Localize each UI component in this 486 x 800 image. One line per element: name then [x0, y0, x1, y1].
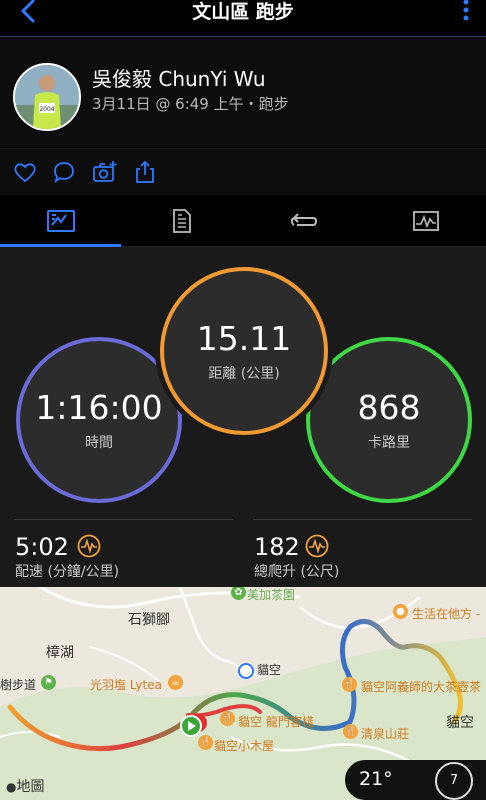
poi-cabin[interactable]: 貓空小木屋 — [214, 737, 274, 754]
stats-panel: 1:16:00 時間 868 卡路里 15.11 距離 (公里) 5:02 配速… — [0, 247, 486, 587]
activity-datetime: 3月11日 @ 6:49 上午・跑步 — [92, 95, 289, 113]
kebab-menu-icon[interactable] — [456, 0, 476, 28]
avatar[interactable]: 2004 — [13, 63, 81, 131]
restaurant-pin-icon[interactable]: 🍴 — [343, 724, 358, 739]
apple-maps-logo: ●地圖 — [6, 776, 44, 796]
activity-header: 2004 吳俊毅 ChunYi Wu 3月11日 @ 6:49 上午・跑步 — [0, 37, 486, 147]
temperature: 21° — [359, 768, 393, 790]
time-label: 時間 — [85, 435, 113, 451]
map-label-trail: 樹步道 — [0, 678, 37, 692]
map-label-zhanghu: 樟湖 — [46, 645, 74, 661]
runner-photo: 2004 — [15, 65, 79, 129]
calories-label: 卡路里 — [368, 435, 410, 451]
laps-icon — [290, 213, 317, 226]
user-name[interactable]: 吳俊毅 ChunYi Wu — [92, 63, 266, 92]
divider — [14, 519, 233, 520]
social-actions-bar — [0, 148, 486, 195]
tab-stats[interactable] — [0, 196, 121, 247]
activity-tabs — [0, 196, 486, 247]
maps-logo-text: 地圖 — [16, 779, 45, 795]
cafe-pin-icon[interactable]: ☕ — [168, 675, 183, 690]
pace-label: 配速 (分鐘/公里) — [15, 564, 120, 580]
restaurant-pin-icon[interactable]: 🍴 — [342, 677, 357, 692]
map-label-maokong: 貓空 — [257, 663, 282, 677]
wind-gauge-icon: 7 — [435, 762, 473, 800]
location-pin-icon[interactable] — [238, 663, 254, 679]
camera-add-icon[interactable] — [92, 159, 118, 185]
hiking-pin-icon[interactable]: ⚑ — [41, 675, 56, 690]
ascent-value: 182 — [254, 533, 300, 561]
page-title: 文山區 跑步 — [192, 1, 294, 23]
poi-ayi[interactable]: 貓空阿義師的大茶壺茶 — [361, 678, 481, 695]
map-label-maokong-east: 貓空 — [446, 715, 474, 731]
start-marker-icon[interactable] — [180, 712, 208, 744]
route-map[interactable]: 石獅腳 樟湖 樹步道 ⚑ ✿ 美加茶園 光羽塩 Lytea ☕ 貓空 🍴 貓空 … — [0, 587, 486, 800]
top-nav-bar: 文山區 跑步 — [0, 0, 486, 37]
poi-lytea[interactable]: 光羽塩 Lytea — [90, 676, 162, 693]
chart-icon — [412, 211, 439, 231]
poi-qingquan[interactable]: 清泉山莊 — [361, 725, 409, 742]
ascent-graph-icon[interactable] — [305, 534, 329, 558]
pace-graph-icon[interactable] — [77, 534, 101, 558]
weather-badge: 21° 7 — [345, 760, 486, 800]
poi-longmen[interactable]: 貓空 龍門客棧 — [238, 713, 314, 730]
heart-icon[interactable] — [12, 159, 38, 185]
restaurant-pin-icon[interactable]: 🍴 — [220, 711, 235, 726]
share-icon[interactable] — [132, 159, 158, 185]
poi-shenghuo[interactable]: 生活在他方 - — [412, 605, 480, 622]
poi-meijia[interactable]: 美加茶園 — [247, 587, 295, 603]
distance-value: 15.11 — [196, 319, 292, 358]
tab-laps[interactable] — [243, 196, 364, 246]
comment-icon[interactable] — [51, 159, 77, 185]
shop-pin-icon[interactable]: ● — [393, 604, 408, 619]
ascent-label: 總爬升 (公尺) — [254, 564, 340, 580]
time-value: 1:16:00 — [35, 388, 163, 427]
time-circle: 1:16:00 時間 — [16, 337, 182, 503]
calories-circle: 868 卡路里 — [306, 337, 472, 503]
tab-chart[interactable] — [365, 196, 486, 246]
distance-label: 距離 (公里) — [208, 366, 280, 382]
details-icon — [172, 209, 191, 233]
bib-number: 2004 — [39, 106, 54, 113]
map-label-shishijiao: 石獅腳 — [128, 612, 170, 628]
stats-icon — [46, 210, 75, 232]
apple-logo-icon: ● — [6, 780, 17, 794]
distance-circle: 15.11 距離 (公里) — [160, 267, 328, 435]
pace-value: 5:02 — [15, 533, 69, 561]
tab-details[interactable] — [121, 196, 242, 246]
divider — [253, 519, 472, 520]
calories-value: 868 — [357, 388, 421, 427]
